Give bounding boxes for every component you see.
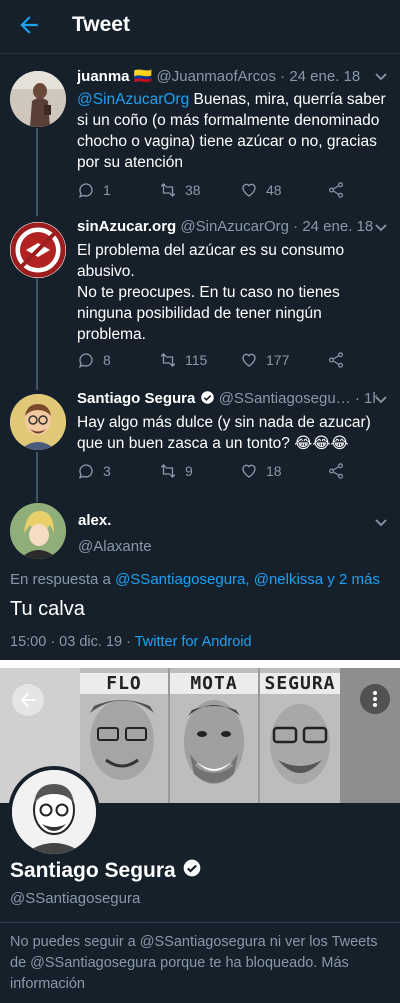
screenshot-divider [0, 660, 400, 668]
tweet-actions: 3 9 18 [77, 460, 377, 482]
retweet-button[interactable]: 9 [159, 460, 193, 482]
page-title: Tweet [72, 13, 130, 36]
like-count: 177 [266, 352, 290, 368]
share-icon [329, 463, 343, 479]
profile-name-row: Santiago Segura [10, 858, 202, 884]
share-button[interactable] [327, 349, 345, 371]
mention-link[interactable]: @SinAzucarOrg [77, 91, 189, 108]
reply-button[interactable]: 8 [77, 349, 111, 371]
like-button[interactable]: 18 [240, 460, 282, 482]
top-bar: Tweet [0, 0, 400, 54]
retweet-icon [160, 183, 176, 197]
reply-button[interactable]: 1 [77, 179, 111, 201]
profile-handle: @SSantiagosegura [10, 890, 141, 907]
tweet-item[interactable]: sinAzucar.org @SinAzucarOrg · 24 ene. 18… [0, 218, 400, 373]
author-name[interactable]: sinAzucar.org [77, 218, 176, 235]
tweet-header: sinAzucar.org @SinAzucarOrg · 24 ene. 18 [77, 218, 377, 240]
tweet-date: · 24 ene. 18 [293, 218, 374, 235]
profile-name: Santiago Segura [10, 859, 176, 882]
flag-emoji: 🇨🇴 [133, 68, 153, 85]
tweet-date: · 24 ene. 18 [280, 68, 361, 85]
avatar[interactable] [10, 71, 66, 127]
back-arrow-icon[interactable] [14, 12, 44, 42]
share-icon [329, 182, 343, 198]
retweet-button[interactable]: 38 [159, 179, 201, 201]
share-button[interactable] [327, 460, 345, 482]
like-button[interactable]: 48 [240, 179, 282, 201]
reply-icon [78, 464, 93, 479]
tweet-actions: 8 115 177 [77, 349, 377, 371]
tweet-thread-screen: Tweet juanma 🇨🇴 @JuanmaofArcos · 24 ene.… [0, 0, 400, 660]
author-handle[interactable]: @SinAzucarOrg [180, 218, 289, 235]
back-arrow-icon[interactable] [12, 684, 44, 716]
tweet-actions: 1 38 48 [77, 179, 377, 201]
tweet-meta: 15:00 · 03 dic. 19 · Twitter for Android [10, 634, 252, 650]
banner-panel: SEGURA [260, 668, 340, 803]
reply-button[interactable]: 3 [77, 460, 111, 482]
avatar[interactable] [10, 394, 66, 450]
reply-targets-link[interactable]: @SSantiagosegura, @nelkissa y 2 más [115, 571, 380, 588]
share-button[interactable] [327, 179, 345, 201]
blocked-message: No puedes seguir a @SSantiagosegura ni v… [10, 934, 378, 992]
share-icon [329, 352, 343, 368]
like-button[interactable]: 177 [240, 349, 289, 371]
profile-screen: FLO MOTA SEGURA Santiago Segura @SSantia… [0, 668, 400, 1003]
chevron-down-icon[interactable] [374, 516, 388, 530]
heart-icon [242, 183, 256, 197]
tweet-text: @SinAzucarOrg Buenas, mira, querría sabe… [77, 89, 387, 173]
reply-prefix: En respuesta a [10, 571, 111, 588]
tweet-body: Hay algo más dulce (y sin nada de azucar… [77, 414, 371, 452]
like-count: 48 [266, 182, 282, 198]
avatar[interactable] [10, 503, 66, 559]
more-vertical-icon[interactable] [360, 684, 390, 714]
main-tweet-text: Tu calva [10, 598, 85, 620]
chevron-down-icon[interactable] [374, 70, 388, 84]
reply-icon [78, 353, 93, 368]
verified-badge-icon [200, 390, 215, 407]
verified-badge-icon [182, 858, 202, 884]
reply-icon [78, 183, 93, 198]
retweet-count: 9 [185, 463, 193, 479]
reply-count: 3 [103, 463, 111, 479]
tweet-source-link[interactable]: Twitter for Android [135, 634, 252, 650]
divider [0, 922, 400, 923]
reply-count: 1 [103, 182, 111, 198]
retweet-count: 115 [185, 352, 208, 368]
chevron-down-icon[interactable] [374, 221, 388, 235]
retweet-icon [160, 464, 176, 478]
chevron-down-icon[interactable] [374, 393, 388, 407]
reply-context: En respuesta a @SSantiagosegura, @nelkis… [10, 571, 380, 588]
author-handle[interactable]: @Alaxante [78, 538, 152, 555]
retweet-button[interactable]: 115 [159, 349, 207, 371]
retweet-count: 38 [185, 182, 201, 198]
retweet-icon [160, 353, 176, 367]
like-count: 18 [266, 463, 282, 479]
banner-panel: MOTA [170, 668, 258, 803]
tweet-timestamp: 15:00 · 03 dic. 19 · [10, 634, 131, 650]
heart-icon [242, 464, 256, 478]
tweet-header: juanma 🇨🇴 @JuanmaofArcos · 24 ene. 18 [77, 67, 377, 89]
author-name[interactable]: juanma [77, 68, 130, 85]
author-handle[interactable]: @JuanmaofArcos [157, 68, 276, 85]
tweet-item[interactable]: juanma 🇨🇴 @JuanmaofArcos · 24 ene. 18 @S… [0, 67, 400, 202]
avatar[interactable] [10, 222, 66, 278]
author-name[interactable]: alex. [78, 512, 111, 529]
author-name[interactable]: Santiago Segura [77, 390, 195, 407]
reply-count: 8 [103, 352, 111, 368]
author-handle[interactable]: @SSantiagosegu… [219, 390, 351, 407]
tweet-body: El problema del azúcar es su consumo abu… [77, 242, 345, 343]
banner-panel: FLO [80, 668, 168, 803]
heart-icon [242, 353, 256, 367]
profile-avatar[interactable] [8, 766, 100, 858]
tweet-item[interactable]: Santiago Segura @SSantiagosegu… · 1h Hay… [0, 390, 400, 490]
tweet-header: Santiago Segura @SSantiagosegu… · 1h [77, 390, 377, 412]
